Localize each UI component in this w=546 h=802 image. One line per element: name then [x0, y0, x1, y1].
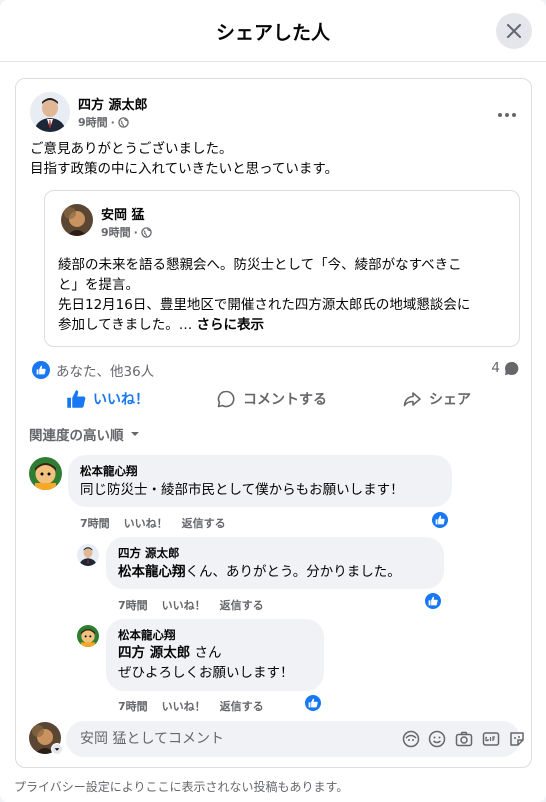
- dialog-title: シェアした人: [215, 22, 330, 44]
- comment-like-link[interactable]: いいね！: [124, 515, 168, 531]
- comment-composer: [66, 721, 524, 757]
- post-author-avatar[interactable]: [30, 92, 70, 132]
- emoji-icon[interactable]: [428, 730, 446, 748]
- reply-text-body: くん、ありがとう。分かりました。: [185, 564, 401, 580]
- privacy-notice: プライバシー設定によりここに表示されない投稿もあります。: [14, 780, 349, 794]
- close-button[interactable]: [496, 13, 532, 49]
- comment-text: 同じ防災士・綾部市民として僕からもお願いします！: [80, 482, 404, 498]
- gif-icon[interactable]: [482, 730, 500, 748]
- sort-comments-dropdown[interactable]: 関連度の高い順: [29, 424, 140, 444]
- avatar-sticker-icon[interactable]: [402, 730, 420, 748]
- reply-time[interactable]: 7時間: [118, 597, 148, 613]
- shared-text-line: と」を提言。: [58, 277, 139, 293]
- comment-count-value: 4: [491, 360, 500, 376]
- shared-text-line: 先日12月16日、豊里地区で開催された四方源太郎氏の地域懇談会に: [58, 297, 471, 313]
- chevron-down-icon: [54, 747, 60, 751]
- thumbs-up-icon: [435, 515, 445, 525]
- reactions-summary[interactable]: あなた、他36人: [32, 360, 154, 380]
- post-author-name[interactable]: 四方 源太郎: [78, 94, 148, 113]
- share-button-label: シェア: [429, 392, 471, 408]
- comment-time[interactable]: 7時間: [80, 515, 110, 531]
- reply-reply-link[interactable]: 返信する: [220, 597, 264, 613]
- like-button[interactable]: いいね！: [66, 386, 149, 412]
- thumbs-up-icon: [428, 596, 438, 606]
- share-button[interactable]: シェア: [402, 386, 471, 412]
- shared-text-last-line: 参加してきました。… さらに表示: [58, 315, 264, 335]
- reply-author-avatar[interactable]: [77, 544, 99, 566]
- reply-text-body: さん: [190, 645, 222, 661]
- reply-reply-link[interactable]: 返信する: [220, 698, 264, 714]
- reply-like-badge[interactable]: [304, 694, 322, 712]
- mention-link[interactable]: 松本龍心翔: [118, 564, 186, 580]
- reply-text: 松本龍心翔くん、ありがとう。分かりました。: [118, 562, 401, 582]
- shared-author-avatar[interactable]: [61, 204, 93, 236]
- reply-author[interactable]: 松本龍心翔: [118, 627, 176, 643]
- camera-icon[interactable]: [455, 730, 473, 748]
- dialog-header: シェアした人: [0, 0, 546, 62]
- comment-reply-link[interactable]: 返信する: [182, 515, 226, 531]
- post-text-line: ご意見ありがとうございました。: [30, 141, 233, 157]
- post-text-line: 目指す政策の中に入れていきたいと思っています。: [30, 161, 339, 177]
- comment-bubble: 松本龍心翔 同じ防災士・綾部市民として僕からもお願いします！: [68, 455, 452, 507]
- shared-post-meta: 9時間 ·: [101, 224, 152, 240]
- comment-count[interactable]: 4: [491, 360, 519, 376]
- close-icon: [507, 24, 521, 38]
- shared-text-line: 参加してきました。…: [58, 317, 193, 333]
- globe-icon: [141, 226, 152, 238]
- comment-bubble-icon: [504, 361, 519, 375]
- reply-like-badge[interactable]: [424, 592, 442, 610]
- reply-like-link[interactable]: いいね！: [162, 698, 206, 714]
- reply-bubble: 松本龍心翔 四方 源太郎 さん ぜひよろしくお願いします！: [106, 619, 324, 691]
- comment-meta: 7時間 いいね！ 返信する: [80, 515, 226, 531]
- shared-post[interactable]: 安岡 猛 9時間 · 綾部の未来を語る懇親会へ。防災士として「今、綾部がなすべき…: [44, 190, 520, 347]
- sticker-icon[interactable]: [508, 730, 526, 748]
- comment-author[interactable]: 松本龍心翔: [80, 463, 138, 479]
- reply-meta: 7時間 いいね！ 返信する: [118, 698, 264, 714]
- comment-button[interactable]: コメントする: [216, 386, 327, 412]
- reply-text: 四方 源太郎 さん: [118, 643, 222, 663]
- share-dialog: シェアした人 四方 源太郎 9時間 · ご意見ありがとうございました。 目指す政…: [0, 0, 546, 802]
- thumbs-up-icon: [67, 390, 86, 408]
- post-meta: 9時間 ·: [78, 114, 129, 130]
- reply-like-link[interactable]: いいね！: [162, 597, 206, 613]
- comment-icon: [217, 390, 235, 408]
- sort-label: 関連度の高い順: [29, 428, 124, 444]
- reply-author-avatar[interactable]: [77, 625, 99, 647]
- reply-meta: 7時間 いいね！ 返信する: [118, 597, 264, 613]
- share-icon: [403, 392, 421, 407]
- chevron-down-icon: [130, 432, 139, 436]
- commenter-avatar[interactable]: [29, 457, 62, 490]
- globe-icon: [118, 116, 129, 128]
- reply-text-line-2: ぜひよろしくお願いします！: [118, 665, 294, 681]
- comment-input[interactable]: [80, 721, 370, 757]
- reply-author[interactable]: 四方 源太郎: [118, 545, 180, 561]
- profile-switch-icon[interactable]: [51, 743, 63, 755]
- comment-button-label: コメントする: [243, 392, 327, 408]
- shared-author-name[interactable]: 安岡 猛: [101, 204, 145, 223]
- shared-post-time[interactable]: 9時間: [101, 224, 131, 240]
- reply-time[interactable]: 7時間: [118, 698, 148, 714]
- post-time[interactable]: 9時間: [78, 114, 108, 130]
- post-card: 四方 源太郎 9時間 · ご意見ありがとうございました。 目指す政策の中に入れて…: [15, 78, 532, 768]
- thumbs-up-icon: [308, 698, 318, 708]
- like-reaction-icon: [32, 361, 50, 379]
- like-button-label: いいね！: [93, 392, 149, 408]
- mention-link[interactable]: 四方 源太郎: [118, 645, 190, 661]
- comment-like-badge[interactable]: [431, 511, 449, 529]
- shared-text-line: 綾部の未来を語る懇親会へ。防災士として「今、綾部がなすべきこ: [58, 257, 462, 273]
- see-more-link[interactable]: さらに表示: [197, 317, 265, 333]
- reply-bubble: 四方 源太郎 松本龍心翔くん、ありがとう。分かりました。: [106, 537, 444, 589]
- reactions-text: あなた、他36人: [56, 364, 155, 380]
- more-options-icon[interactable]: [497, 103, 517, 117]
